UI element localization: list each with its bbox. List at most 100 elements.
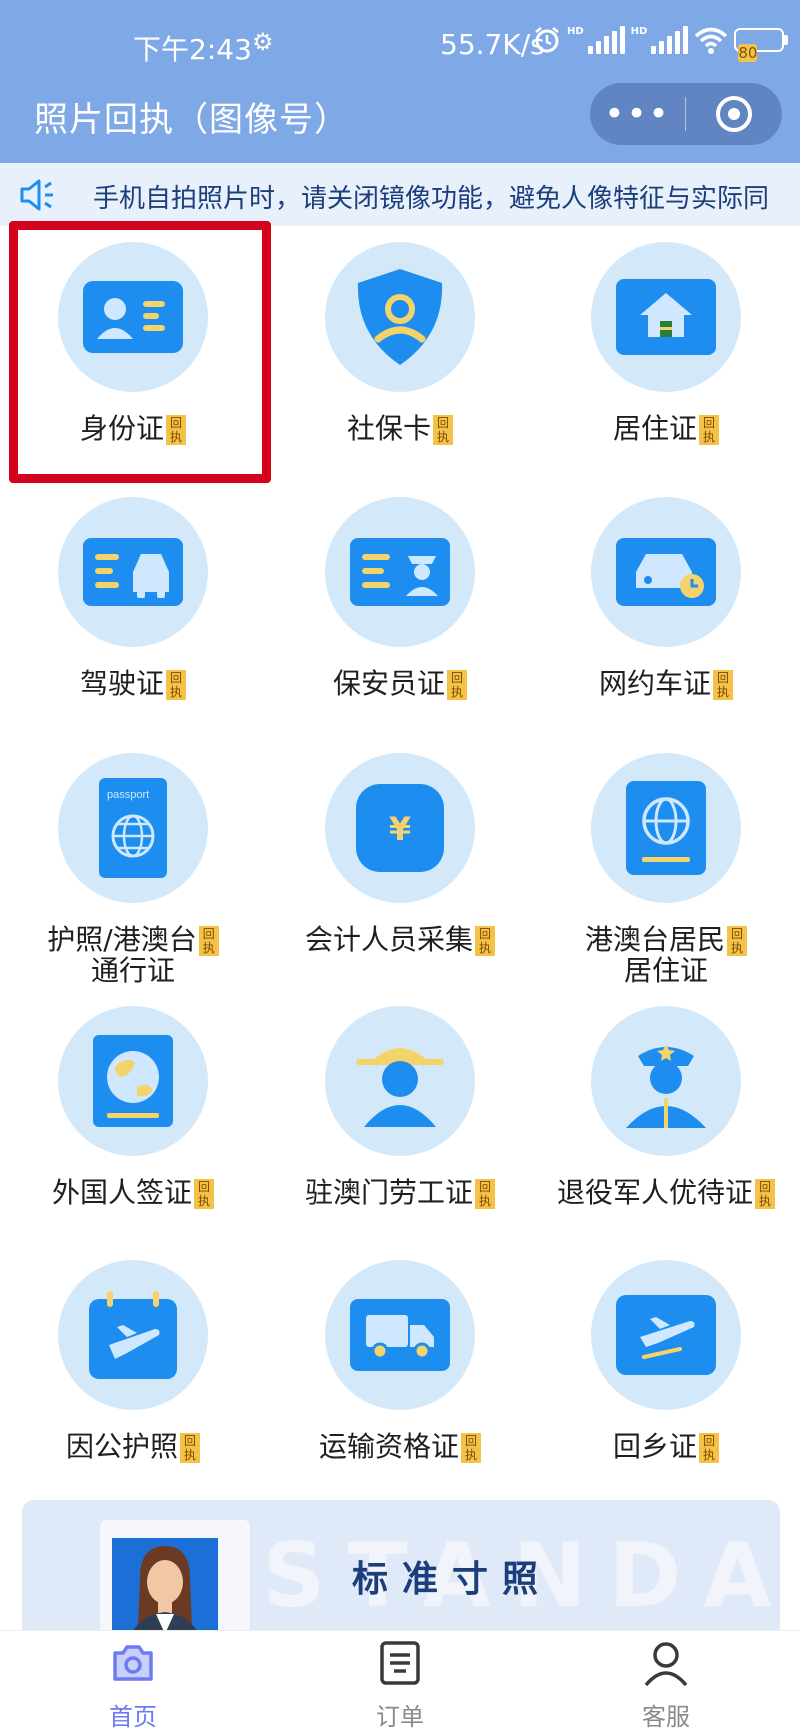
battery-level: 80 xyxy=(738,44,758,62)
grid-item-veteran[interactable]: 退役军人优待证 回执 xyxy=(533,1000,799,1256)
tab-customer-service[interactable]: 客服 xyxy=(533,1631,799,1734)
hd-label-2: HD xyxy=(630,26,648,37)
receipt-tag: 回执 xyxy=(447,670,467,700)
grid-item-label: 退役军人优待证 回执 xyxy=(533,1178,799,1209)
icon-circle xyxy=(58,1006,208,1156)
residence-house-icon xyxy=(616,279,716,355)
status-icons: HD HD 80 xyxy=(533,26,789,62)
driver-license-car-icon xyxy=(83,538,183,606)
icon-circle: passport xyxy=(58,753,208,903)
alarm-icon xyxy=(535,27,559,53)
grid-item-label: 驻澳门劳工证 回执 xyxy=(267,1178,533,1209)
receipt-tag: 回执 xyxy=(433,415,453,445)
grid-item-security-guard[interactable]: 保安员证 回执 xyxy=(267,491,533,747)
grid-item-label: 护照/港澳台 回执 通行证 xyxy=(0,925,266,986)
icon-circle xyxy=(325,1006,475,1156)
receipt-tag: 回执 xyxy=(699,1433,719,1463)
tab-label: 客服 xyxy=(642,1703,690,1731)
grid-item-foreigner-visa[interactable]: 外国人签证 回执 xyxy=(0,1000,266,1256)
grid-item-label: 驾驶证 回执 xyxy=(0,669,266,700)
transport-truck-icon xyxy=(350,1299,450,1371)
grid-item-passport[interactable]: passport 护照/港澳台 回执 通行证 xyxy=(0,747,266,1003)
grid-item-label: 港澳台居民 回执 居住证 xyxy=(533,925,799,986)
grid-item-label: 居住证 回执 xyxy=(533,414,799,445)
signal-icon-1 xyxy=(587,26,625,54)
speaker-icon xyxy=(20,179,53,211)
top-header: 下午2:43 ⚙ 55.7K/s HD HD 80 照片回执（图像号） ••• xyxy=(0,0,800,226)
icon-circle xyxy=(58,497,208,647)
receipt-tag: 回执 xyxy=(166,670,186,700)
receipt-tag: 回执 xyxy=(755,1179,775,1209)
tab-orders[interactable]: 订单 xyxy=(267,1631,533,1734)
security-guard-card-icon xyxy=(350,538,450,606)
signal-icon-2 xyxy=(651,26,689,54)
home-return-plane-icon xyxy=(616,1295,716,1375)
icon-circle xyxy=(325,497,475,647)
passport-icon: passport xyxy=(99,778,167,878)
grid-item-social-security[interactable]: 社保卡 回执 xyxy=(267,236,533,492)
receipt-tag: 回执 xyxy=(180,1433,200,1463)
ride-hailing-car-icon xyxy=(616,538,716,606)
network-speed: 55.7K/s xyxy=(440,28,545,61)
grid-item-home-return[interactable]: 回乡证 回执 xyxy=(533,1254,799,1510)
camera-icon xyxy=(113,1645,153,1681)
grid-item-label: 回乡证 回执 xyxy=(533,1432,799,1463)
grid-item-hmt-residence[interactable]: 港澳台居民 回执 居住证 xyxy=(533,747,799,1003)
receipt-tag: 回执 xyxy=(198,926,219,956)
receipt-tag: 回执 xyxy=(194,1179,214,1209)
order-list-icon xyxy=(380,1641,420,1685)
social-security-shield-icon xyxy=(357,269,443,365)
grid-item-label: 保安员证 回执 xyxy=(267,669,533,700)
status-bar: 下午2:43 ⚙ 55.7K/s HD HD 80 xyxy=(0,22,800,72)
receipt-tag: 回执 xyxy=(461,1433,481,1463)
grid-item-label: 外国人签证 回执 xyxy=(0,1178,266,1209)
page-title: 照片回执（图像号） xyxy=(34,100,349,140)
grid-item-transport[interactable]: 运输资格证 回执 xyxy=(267,1254,533,1510)
grid-item-accountant[interactable]: ¥ 会计人员采集 回执 xyxy=(267,747,533,1003)
icon-circle xyxy=(325,242,475,392)
wifi-icon xyxy=(695,27,728,54)
official-passport-plane-icon xyxy=(89,1291,177,1379)
notice-text: 手机自拍照片时，请关闭镜像功能，避免人像特征与实际同 xyxy=(93,184,770,214)
foreigner-visa-globe-icon xyxy=(93,1035,173,1127)
tab-label: 订单 xyxy=(376,1703,424,1731)
icon-circle xyxy=(591,1006,741,1156)
close-miniprogram-button[interactable] xyxy=(686,96,781,132)
icon-circle: ¥ xyxy=(325,753,475,903)
more-options-button[interactable]: ••• xyxy=(590,83,685,145)
banner-title: 标准寸照 xyxy=(352,1559,553,1600)
notice-bar: 手机自拍照片时，请关闭镜像功能，避免人像特征与实际同 xyxy=(0,163,800,226)
icon-circle xyxy=(591,497,741,647)
grid-item-macau-labor[interactable]: 驻澳门劳工证 回执 xyxy=(267,1000,533,1256)
yuan-symbol: ¥ xyxy=(389,810,411,848)
globe-card-icon xyxy=(626,781,706,875)
mini-program-capsule: ••• xyxy=(590,83,782,145)
icon-circle xyxy=(591,242,741,392)
icon-circle xyxy=(58,1260,208,1410)
icon-circle xyxy=(325,1260,475,1410)
grid-item-driver-license[interactable]: 驾驶证 回执 xyxy=(0,491,266,747)
grid-item-residence-permit[interactable]: 居住证 回执 xyxy=(533,236,799,492)
icon-circle xyxy=(591,1260,741,1410)
receipt-tag: 回执 xyxy=(727,926,747,956)
grid-item-label: 社保卡 回执 xyxy=(267,414,533,445)
hd-label-1: HD xyxy=(567,26,584,37)
grid-item-label: 网约车证 回执 xyxy=(533,669,799,700)
grid-item-label: 因公护照 回执 xyxy=(0,1432,266,1463)
accountant-yuan-icon: ¥ xyxy=(356,784,444,872)
receipt-tag: 回执 xyxy=(699,415,719,445)
receipt-tag: 回执 xyxy=(475,926,495,956)
highlight-box xyxy=(9,221,271,483)
standard-photo-banner[interactable]: STANDARD 标准寸照 xyxy=(22,1500,780,1640)
grid-item-label: 运输资格证 回执 xyxy=(267,1432,533,1463)
receipt-tag: 回执 xyxy=(713,670,733,700)
grid-item-label: 会计人员采集 回执 xyxy=(267,925,533,956)
grid-item-ride-hailing[interactable]: 网约车证 回执 xyxy=(533,491,799,747)
bottom-tab-bar: 首页 订单 客服 xyxy=(0,1630,800,1734)
battery-icon: 80 xyxy=(734,28,789,62)
tab-label: 首页 xyxy=(109,1703,157,1731)
portrait-woman-icon xyxy=(128,1546,202,1640)
tab-home[interactable]: 首页 xyxy=(0,1631,266,1734)
grid-item-official-passport[interactable]: 因公护照 回执 xyxy=(0,1254,266,1510)
labor-worker-helmet-icon xyxy=(356,1048,444,1127)
